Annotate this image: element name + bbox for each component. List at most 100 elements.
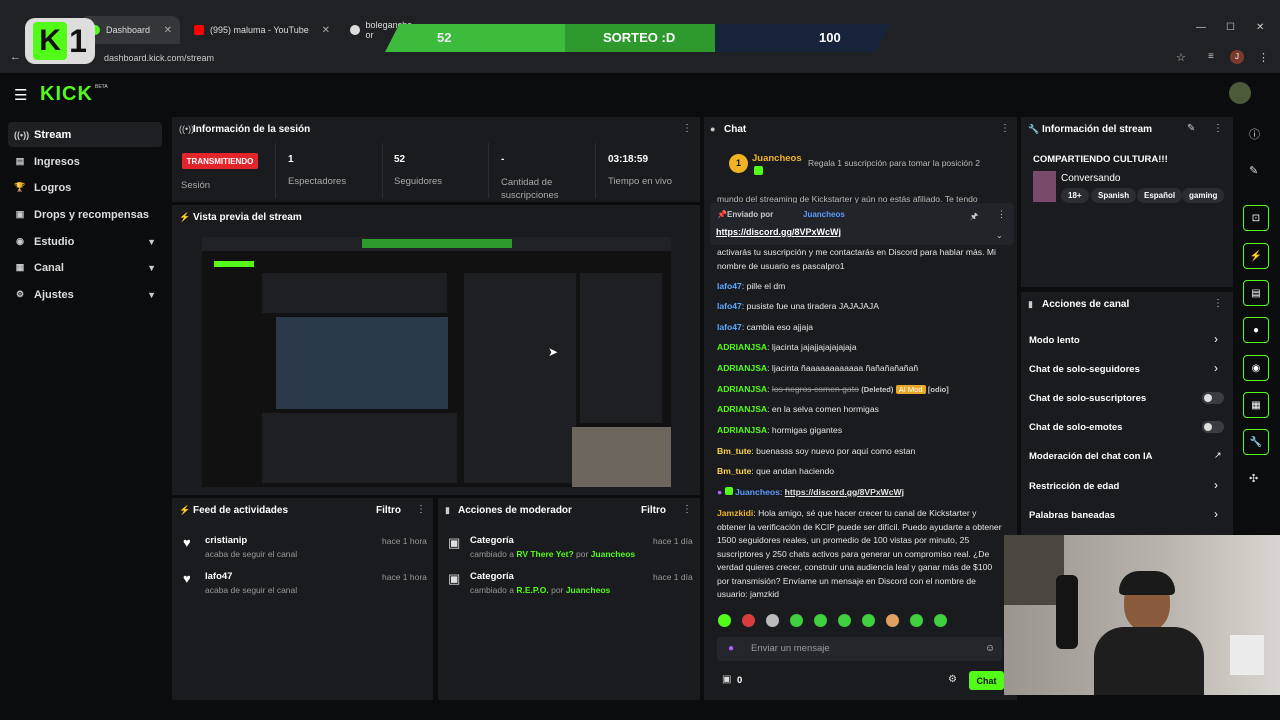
chat-username[interactable]: ADRIANJSA <box>717 384 767 394</box>
edit-pencil-icon[interactable]: ✎ <box>1249 164 1258 177</box>
menu-dots-icon[interactable]: ⋮ <box>682 123 692 134</box>
subs-only-toggle[interactable] <box>1202 392 1224 404</box>
chat-settings-icon[interactable]: ⚙ <box>948 674 957 685</box>
unpin-icon[interactable]: 🖈 <box>970 209 978 225</box>
info-icon[interactable]: ⓘ <box>1249 126 1260 142</box>
tag-badge[interactable]: Spanish <box>1091 188 1137 203</box>
chevron-right-icon[interactable]: › <box>1214 361 1218 375</box>
mod-user[interactable]: Juancheos <box>591 549 635 559</box>
emotes-only-toggle[interactable] <box>1202 421 1224 433</box>
action-banned-words[interactable]: Palabras baneadas <box>1029 510 1115 521</box>
emote-icon[interactable] <box>886 614 899 627</box>
profile-avatar[interactable]: J <box>1230 50 1244 64</box>
emote-icon[interactable] <box>862 614 875 627</box>
action-age-restriction[interactable]: Restricción de edad <box>1029 481 1119 492</box>
gift-cta[interactable]: Regala 1 suscripción para tomar la posic… <box>808 158 980 168</box>
tag-badge[interactable]: gaming <box>1182 188 1225 203</box>
lightning-icon[interactable]: ⚡ <box>1243 243 1269 269</box>
chat-username[interactable]: Bm_tute <box>717 466 751 476</box>
action-slow-mode[interactable]: Modo lento <box>1029 335 1080 346</box>
emote-icon[interactable] <box>910 614 923 627</box>
back-icon[interactable]: ← <box>10 51 21 63</box>
emote-icon[interactable] <box>934 614 947 627</box>
chat-username[interactable]: ADRIANJSA <box>717 342 767 352</box>
edit-pencil-icon[interactable]: ✎ <box>1187 123 1195 134</box>
chat-username[interactable]: lafo47 <box>717 322 742 332</box>
sidebar-item-ingresos[interactable]: ▤ Ingresos <box>8 149 162 174</box>
chevron-right-icon[interactable]: › <box>1214 332 1218 346</box>
action-ai-moderation[interactable]: Moderación del chat con IA <box>1029 451 1153 462</box>
sidebar-item-ajustes[interactable]: ⚙ Ajustes ▼ <box>8 282 162 307</box>
emote-icon[interactable] <box>790 614 803 627</box>
broadcast-icon[interactable]: ◉ <box>1243 355 1269 381</box>
emote-icon[interactable] <box>838 614 851 627</box>
menu-dots-icon[interactable]: ⋮ <box>1213 298 1223 309</box>
emote-icon[interactable] <box>718 614 731 627</box>
feed-user[interactable]: cristianip <box>205 535 247 546</box>
action-emotes-only[interactable]: Chat de solo-emotes <box>1029 422 1122 433</box>
sidebar-item-stream[interactable]: ((•)) Stream <box>8 122 162 147</box>
tab-youtube[interactable]: (995) maluma - YouTube ✕ <box>184 16 338 44</box>
menu-dots-icon[interactable]: ⋮ <box>682 504 692 515</box>
send-chat-button[interactable]: Chat <box>969 671 1004 690</box>
close-window-icon[interactable]: ✕ <box>1256 22 1264 33</box>
external-link-icon[interactable]: ↗ <box>1214 450 1222 461</box>
tab-dashboard[interactable]: Dashboard ✕ <box>80 16 180 44</box>
chat-username[interactable]: ADRIANJSA <box>717 363 767 373</box>
user-avatar[interactable] <box>1229 82 1251 104</box>
pinned-link[interactable]: https://discord.gg/8VPxWcWj <box>716 227 841 237</box>
points-icon[interactable]: ▣ <box>722 674 731 685</box>
extensions-icon[interactable]: ≡ <box>1208 51 1214 62</box>
menu-dots-icon[interactable]: ⋮ <box>416 504 426 515</box>
sidebar-item-drops[interactable]: ▣ Drops y recompensas <box>8 202 162 227</box>
chat-username[interactable]: lafo47 <box>717 281 742 291</box>
mod-user[interactable]: Juancheos <box>566 585 610 595</box>
menu-dots-icon[interactable]: ⋮ <box>1000 123 1010 134</box>
menu-dots-icon[interactable]: ⋮ <box>1213 123 1223 134</box>
mic-icon[interactable]: ● <box>728 643 734 654</box>
add-widget-icon[interactable]: ✣ <box>1249 472 1258 485</box>
emoji-icon[interactable]: ☺ <box>985 643 995 654</box>
bookmark-star-icon[interactable]: ☆ <box>1176 51 1186 64</box>
layout-icon[interactable]: ▦ <box>1243 392 1269 418</box>
action-subs-only[interactable]: Chat de solo-suscriptores <box>1029 393 1146 404</box>
menu-dots-icon[interactable]: ⋮ <box>1258 51 1269 64</box>
emote-icon[interactable] <box>814 614 827 627</box>
close-icon[interactable]: ✕ <box>164 25 172 36</box>
wrench-icon[interactable]: 🔧 <box>1243 429 1269 455</box>
minimize-icon[interactable]: — <box>1196 22 1206 33</box>
chevron-right-icon[interactable]: › <box>1214 507 1218 521</box>
gift-user[interactable]: Juancheos <box>752 153 802 164</box>
chat-username[interactable]: Juancheos <box>735 487 780 497</box>
screenshot-icon[interactable]: ⊡ <box>1243 205 1269 231</box>
pinned-user[interactable]: Juancheos <box>803 210 845 219</box>
chevron-right-icon[interactable]: › <box>1214 478 1218 492</box>
feed-user[interactable]: lafo47 <box>205 571 232 582</box>
stream-preview-video[interactable]: ➤ <box>202 237 671 487</box>
kick-logo[interactable]: KICK <box>40 83 93 106</box>
chat-link[interactable]: https://discord.gg/8VPxWcWj <box>785 487 904 497</box>
close-icon[interactable]: ✕ <box>322 25 330 36</box>
chat-username[interactable]: ADRIANJSA <box>717 404 767 414</box>
chevron-down-icon[interactable]: ⌄ <box>996 231 1003 240</box>
emote-icon[interactable] <box>742 614 755 627</box>
sidebar-item-estudio[interactable]: ◉ Estudio ▼ <box>8 229 162 254</box>
tag-badge[interactable]: 18+ <box>1061 188 1089 203</box>
mod-filter-button[interactable]: Filtro <box>641 505 666 516</box>
maximize-icon[interactable]: ☐ <box>1226 22 1235 33</box>
chat-bubble-icon[interactable]: ● <box>1243 317 1269 343</box>
chat-username[interactable]: lafo47 <box>717 301 742 311</box>
category-name[interactable]: Conversando <box>1061 173 1120 184</box>
document-icon[interactable]: ▤ <box>1243 280 1269 306</box>
emote-icon[interactable] <box>766 614 779 627</box>
chat-username[interactable]: ADRIANJSA <box>717 425 767 435</box>
hamburger-menu-icon[interactable]: ☰ <box>14 86 27 104</box>
chat-username[interactable]: Bm_tute <box>717 446 751 456</box>
chat-input[interactable]: Enviar un mensaje <box>717 637 1002 661</box>
feed-filter-button[interactable]: Filtro <box>376 505 401 516</box>
sidebar-item-logros[interactable]: 🏆 Logros <box>8 175 162 200</box>
action-followers-only[interactable]: Chat de solo-seguidores <box>1029 364 1140 375</box>
chat-username[interactable]: Jamzkidi <box>717 508 753 518</box>
menu-dots-icon[interactable]: ⋮ <box>997 209 1006 220</box>
sidebar-item-canal[interactable]: ▦ Canal ▼ <box>8 255 162 280</box>
